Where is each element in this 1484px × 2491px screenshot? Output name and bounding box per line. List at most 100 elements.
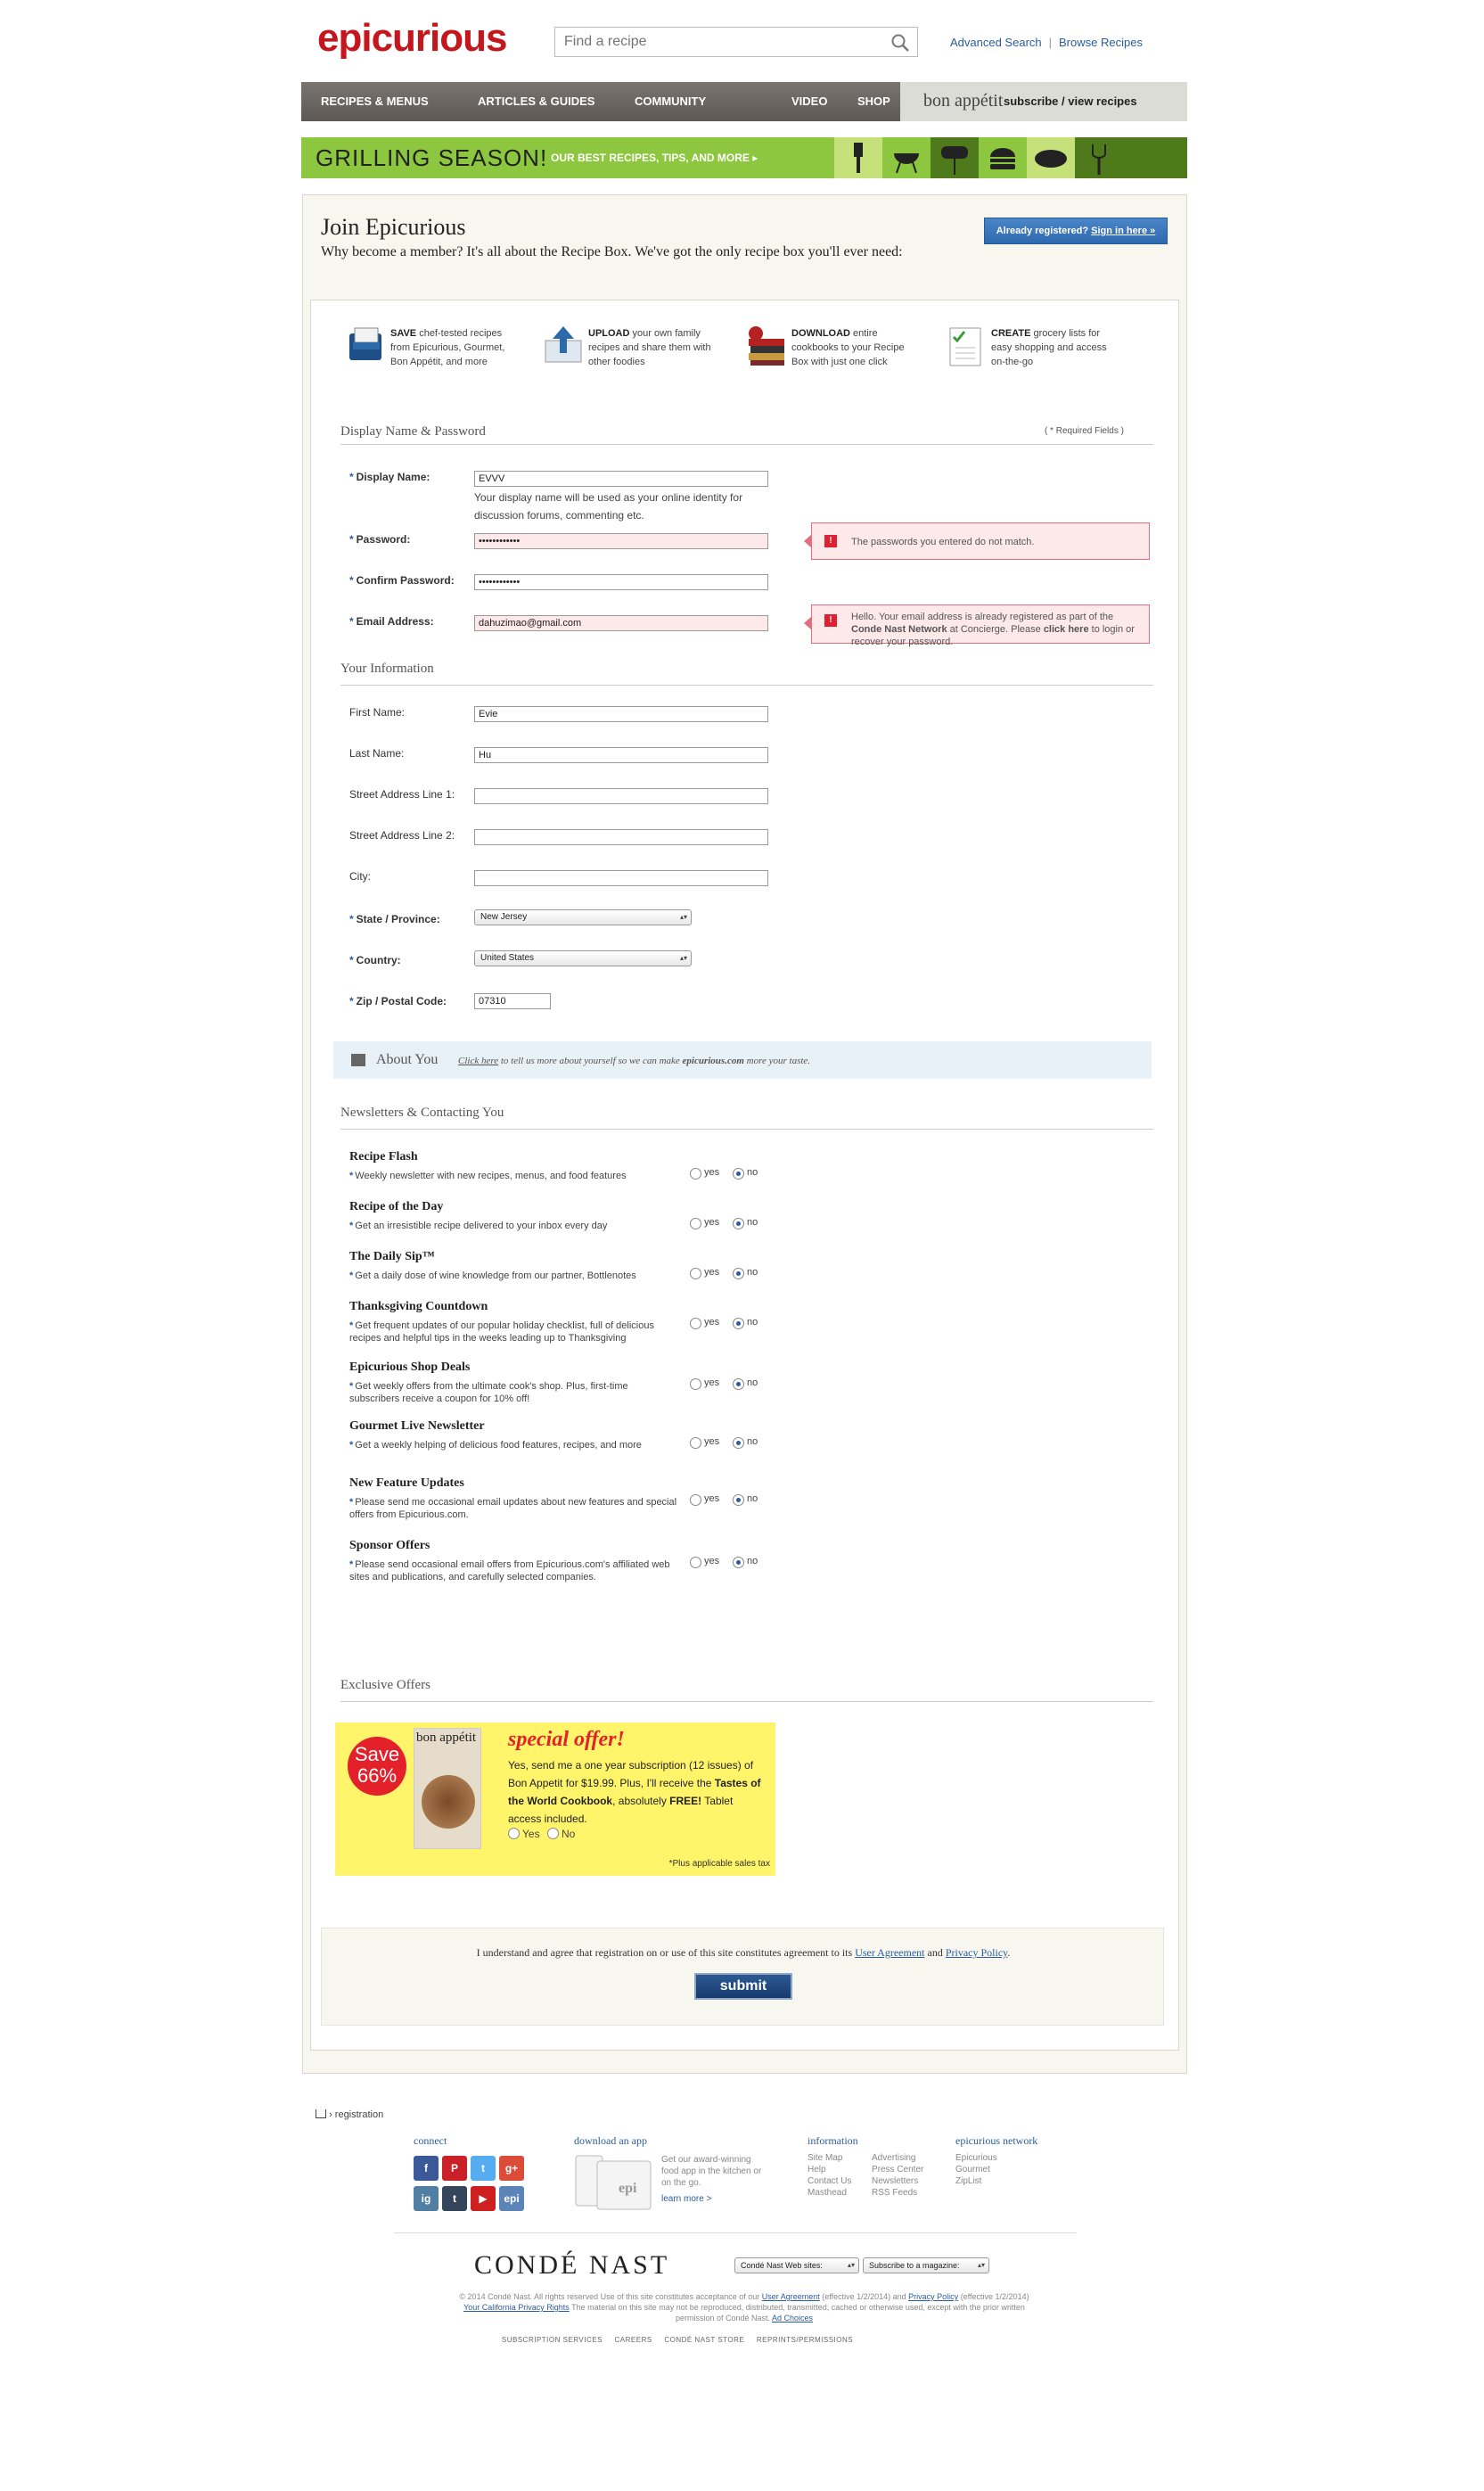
newsletter-yes-radio[interactable]	[690, 1168, 701, 1180]
about-you-link[interactable]: Click here	[458, 1056, 498, 1066]
nav-video[interactable]: VIDEO	[791, 82, 827, 121]
grilling-season-banner[interactable]: GRILLING SEASON! OUR BEST RECIPES, TIPS,…	[301, 137, 1187, 178]
conde-nast-logo[interactable]: CONDÉ NAST	[474, 2250, 669, 2281]
magazine-select[interactable]: Subscribe to a magazine: ▴▾	[863, 2257, 989, 2273]
section-divider	[340, 1129, 1153, 1130]
browse-recipes-link[interactable]: Browse Recipes	[1059, 36, 1143, 49]
social-icon[interactable]: t	[442, 2186, 467, 2211]
password-input[interactable]: ••••••••••••	[474, 533, 768, 549]
submit-button[interactable]: submit	[694, 1973, 792, 2000]
newsletter-no-radio[interactable]	[733, 1318, 744, 1329]
home-icon[interactable]	[316, 2109, 326, 2119]
newsletter-yes-radio[interactable]	[690, 1437, 701, 1449]
newsletter-yes-radio[interactable]	[690, 1318, 701, 1329]
newsletter-no-radio[interactable]	[733, 1168, 744, 1180]
zip-input[interactable]: 07310	[474, 993, 551, 1009]
newsletter-yes-radio[interactable]	[690, 1268, 701, 1279]
advanced-search-link[interactable]: Advanced Search	[950, 36, 1042, 49]
newsletter-yes-radio[interactable]	[690, 1218, 701, 1229]
footer-link[interactable]: Gourmet	[955, 2164, 990, 2175]
newsletter-description: * Please send me occasional email updates…	[349, 1497, 677, 1520]
email-input[interactable]: dahuzimao@gmail.com	[474, 615, 768, 631]
social-icon[interactable]: ig	[414, 2186, 439, 2211]
city-input[interactable]	[474, 870, 768, 886]
newsletter-no-radio[interactable]	[733, 1557, 744, 1568]
privacy-policy-link[interactable]: Privacy Policy	[946, 1946, 1008, 1959]
top-links: Advanced Search | Browse Recipes	[950, 36, 1143, 49]
newsletter-no-radio[interactable]	[733, 1378, 744, 1390]
social-icon[interactable]: g+	[499, 2156, 524, 2181]
ad-choices-link[interactable]: Ad Choices	[772, 2314, 813, 2322]
legal-privacy-link[interactable]: Privacy Policy	[908, 2292, 958, 2301]
conde-sites-select[interactable]: Condé Nast Web sites: ▴▾	[734, 2257, 859, 2273]
california-privacy-link[interactable]: Your California Privacy Rights	[463, 2303, 570, 2312]
newsletter-yes-label: yes	[704, 1556, 720, 1566]
newsletter-yes-radio[interactable]	[690, 1494, 701, 1506]
offer-yes-radio[interactable]	[508, 1828, 520, 1839]
nav-shop[interactable]: SHOP	[857, 82, 890, 121]
section-title-info: Your Information	[340, 662, 434, 676]
social-icon[interactable]: epi	[499, 2186, 524, 2211]
footer-link[interactable]: Help	[808, 2164, 826, 2175]
nav-articles-guides[interactable]: ARTICLES & GUIDES	[478, 82, 594, 121]
search-icon[interactable]	[890, 33, 910, 53]
agreement-box: I understand and agree that registration…	[321, 1928, 1164, 2026]
newsletter-description: * Get a weekly helping of delicious food …	[349, 1440, 642, 1451]
newsletter-no-label: no	[747, 1377, 758, 1388]
first-name-input[interactable]: Evie	[474, 706, 768, 722]
email-error-login-link[interactable]: click here	[1044, 624, 1089, 635]
newsletter-no-radio[interactable]	[733, 1437, 744, 1449]
search-input[interactable]	[555, 28, 885, 56]
last-name-input[interactable]: Hu	[474, 747, 768, 763]
about-you-bar: About You Click here to tell us more abo…	[333, 1041, 1152, 1079]
subscribe-link[interactable]: subscribe / view recipes	[1004, 82, 1137, 121]
footer-link[interactable]: Site Map	[808, 2152, 842, 2164]
footer-link[interactable]: Advertising	[872, 2152, 915, 2164]
display-name-input[interactable]: EVVV	[474, 471, 768, 487]
legal-user-agreement-link[interactable]: User Agreement	[762, 2292, 820, 2301]
about-you-text: to tell us more about yourself so we can…	[498, 1056, 683, 1066]
newsletter-yes-radio[interactable]	[690, 1557, 701, 1568]
footer-bottom-links[interactable]: SUBSCRIPTION SERVICES CAREERS CONDÉ NAST…	[455, 2336, 900, 2344]
food-image	[422, 1775, 475, 1829]
error-icon: !	[824, 614, 837, 627]
user-agreement-link[interactable]: User Agreement	[855, 1946, 924, 1959]
nav-community[interactable]: COMMUNITY	[635, 82, 706, 121]
email-error: ! Hello. Your email address is already r…	[804, 604, 1150, 647]
bon-appetit-promo[interactable]: bon appétit subscribe / view recipes	[900, 82, 1187, 121]
confirm-password-label: * Confirm Password:	[349, 574, 455, 587]
footer-link[interactable]: RSS Feeds	[872, 2187, 917, 2199]
footer-link[interactable]: Newsletters	[872, 2175, 918, 2187]
newsletter-no-radio[interactable]	[733, 1494, 744, 1506]
footer-link[interactable]: ZipList	[955, 2175, 981, 2187]
social-icon[interactable]: ▶	[471, 2186, 496, 2211]
sign-in-link[interactable]: Sign in here »	[1091, 226, 1155, 236]
country-select[interactable]: United States ▴▾	[474, 950, 692, 966]
footer-link[interactable]: Contact Us	[808, 2175, 851, 2187]
newsletter-yes-radio[interactable]	[690, 1378, 701, 1390]
social-icon[interactable]: f	[414, 2156, 439, 2181]
offer-no-radio[interactable]	[547, 1828, 559, 1839]
select-arrows-icon: ▴▾	[679, 913, 687, 921]
epicurious-logo[interactable]: epicurious	[317, 16, 507, 61]
newsletter-yes-label: yes	[704, 1317, 720, 1328]
social-icon[interactable]: t	[471, 2156, 496, 2181]
confirm-password-input[interactable]: ••••••••••••	[474, 574, 768, 590]
newsletter-yes-label: yes	[704, 1493, 720, 1504]
newsletter-no-radio[interactable]	[733, 1268, 744, 1279]
footer-link[interactable]: Masthead	[808, 2187, 847, 2199]
state-select[interactable]: New Jersey ▴▾	[474, 909, 692, 925]
street2-input[interactable]	[474, 829, 768, 845]
social-icon[interactable]: P	[442, 2156, 467, 2181]
footer-link[interactable]: Press Center	[872, 2164, 923, 2175]
upload-icon	[545, 326, 582, 363]
sign-in-button[interactable]: Already registered? Sign in here »	[984, 218, 1168, 244]
street1-input[interactable]	[474, 788, 768, 804]
section-title-newsletters: Newsletters & Contacting You	[340, 1106, 504, 1120]
learn-more-link[interactable]: learn more >	[661, 2193, 711, 2205]
footer-link[interactable]: Epicurious	[955, 2152, 997, 2164]
newsletter-no-radio[interactable]	[733, 1218, 744, 1229]
nav-recipes-menus[interactable]: RECIPES & MENUS	[321, 82, 429, 121]
display-name-help: Your display name will be used as your o…	[474, 491, 743, 522]
legal-text: © 2014 Condé Nast. All rights reserved U…	[459, 2292, 1029, 2322]
